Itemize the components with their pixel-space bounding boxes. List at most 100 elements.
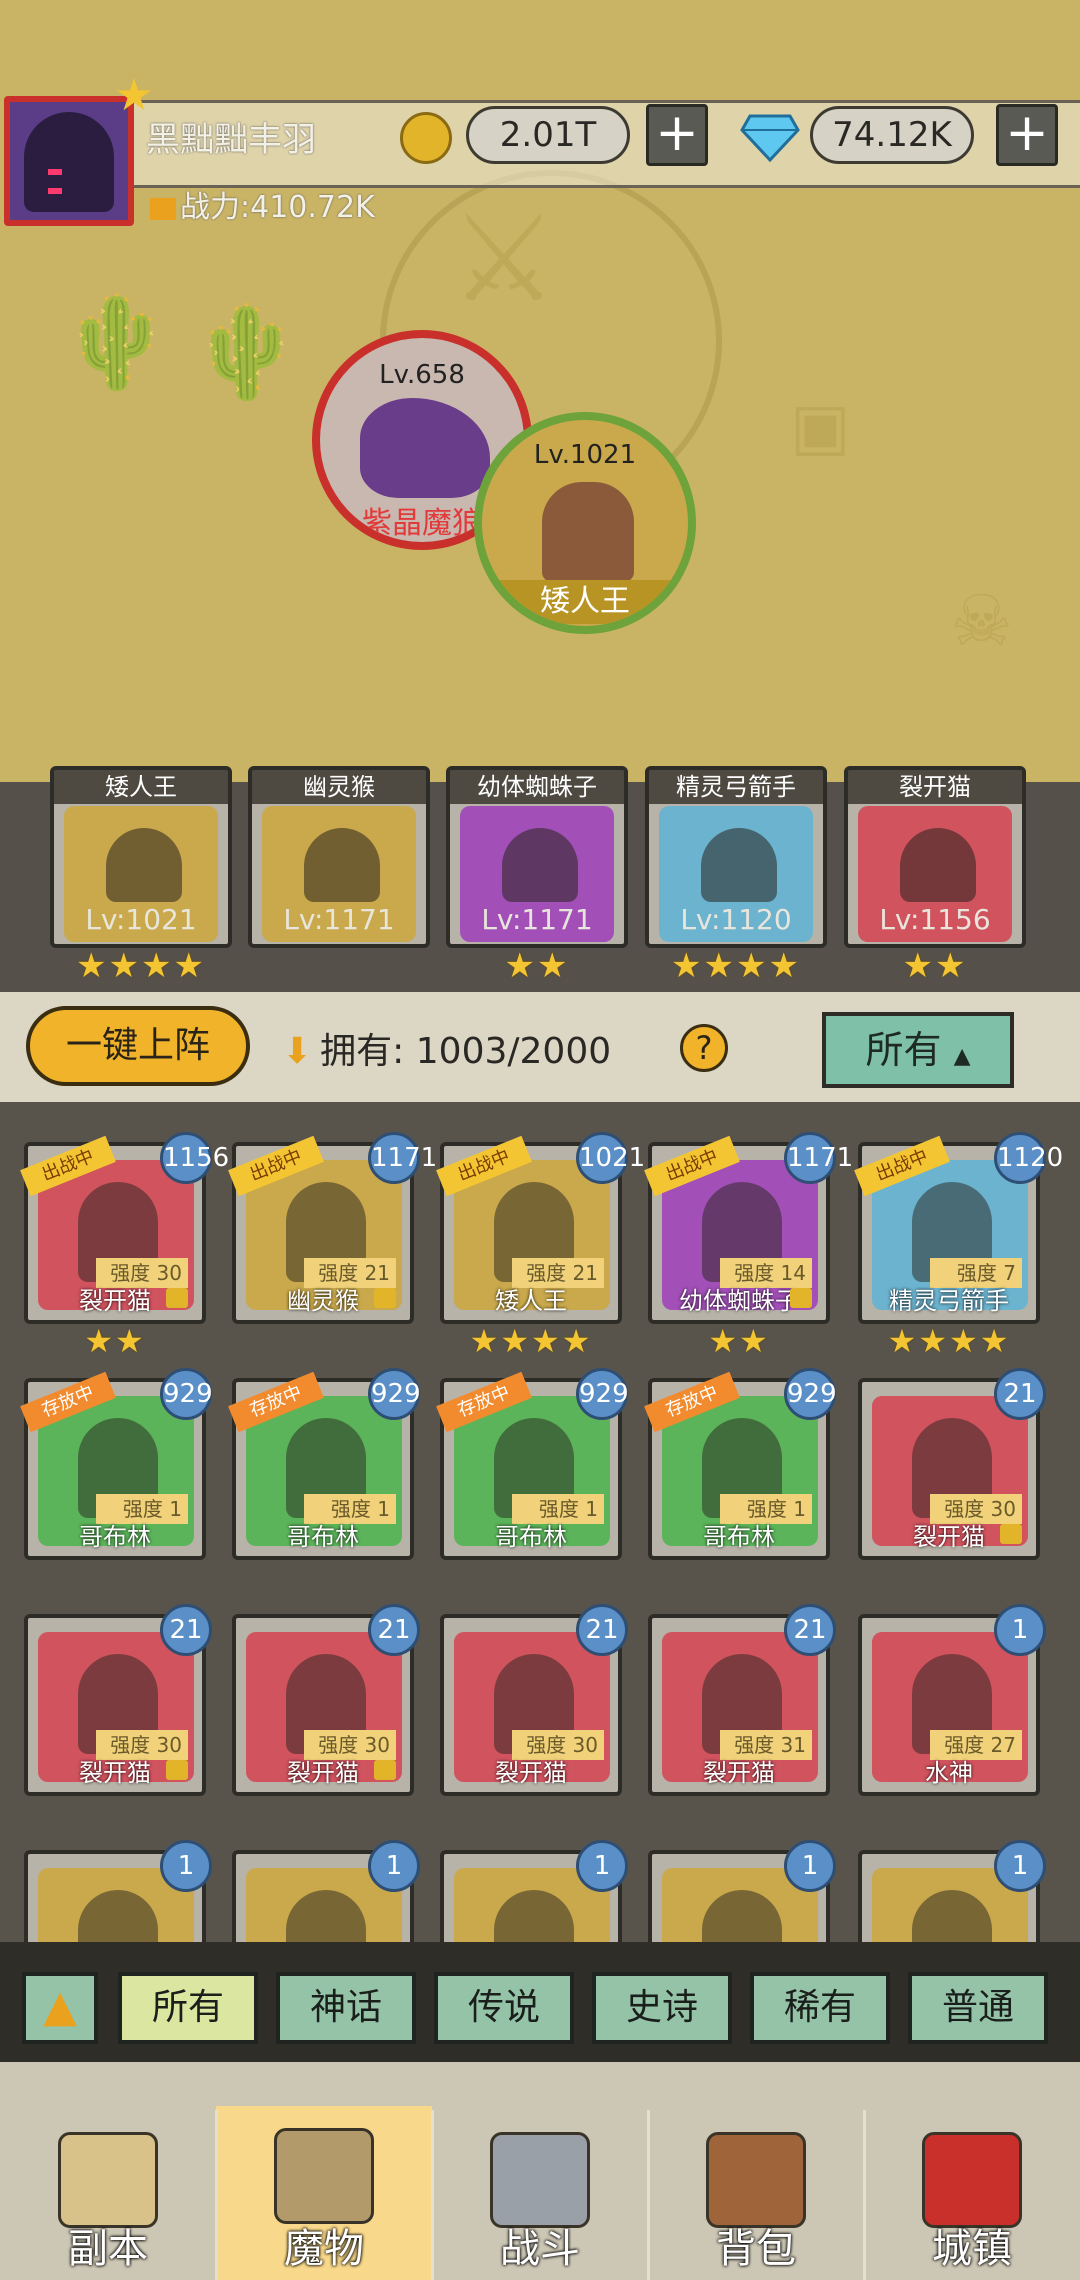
- level-badge: 929: [160, 1368, 213, 1420]
- level-badge: 1: [576, 1840, 628, 1892]
- level-badge: 21: [576, 1604, 628, 1656]
- monster-card[interactable]: 强度 30 裂开猫 21: [232, 1604, 420, 1796]
- nav-tab[interactable]: 城镇: [864, 2110, 1080, 2280]
- team-slot[interactable]: 裂开猫 Lv:1156: [844, 766, 1026, 948]
- monster-card[interactable]: 强度 1 哥布林 存放中 929: [20, 1368, 213, 1560]
- rarity-filter-button[interactable]: 稀有: [750, 1972, 890, 2044]
- nav-tab-label: 副本: [68, 2226, 148, 2272]
- chest-icon: ▣: [790, 390, 851, 464]
- monster-card[interactable]: 强度 27 水神 1: [858, 1604, 1046, 1796]
- nav-tab-label: 战斗: [500, 2226, 580, 2272]
- combat-power-value: 战力:410.72K: [180, 190, 375, 225]
- nav-tab[interactable]: 副本: [0, 2110, 216, 2280]
- diamond-icon: [740, 114, 800, 162]
- enemy-level: Lv.658: [379, 360, 465, 390]
- shop-icon: [922, 2132, 1022, 2228]
- team-slot-name: 裂开猫: [848, 770, 1022, 804]
- collapse-up-button[interactable]: ▲: [22, 1972, 98, 2044]
- gold-amount: 2.01T: [466, 106, 630, 164]
- power-icon: [150, 197, 176, 220]
- level-badge: 929: [784, 1368, 837, 1420]
- rarity-filter-button[interactable]: 神话: [276, 1972, 416, 2044]
- cactus-icon: 🌵: [60, 290, 173, 395]
- nav-tab[interactable]: 背包: [648, 2110, 864, 2280]
- star-rating: ★★: [84, 1322, 146, 1360]
- star-rating: ★★★★: [76, 946, 206, 986]
- monster-figure-icon: [900, 828, 976, 902]
- boss-monster[interactable]: Lv.1021 矮人王: [474, 412, 696, 634]
- lock-icon: [374, 1288, 396, 1308]
- monster-card[interactable]: 强度 1 哥布林 存放中 929: [436, 1368, 629, 1560]
- add-gold-button[interactable]: +: [646, 104, 708, 166]
- monster-name: 矮人王: [495, 1287, 567, 1315]
- owned-value: 1003/2000: [415, 1031, 612, 1072]
- sort-filter-dropdown[interactable]: 所有 ▲: [822, 1012, 1014, 1088]
- add-diamond-button[interactable]: +: [996, 104, 1058, 166]
- star-rating: ★★: [902, 946, 968, 986]
- skull-icon: ☠: [950, 580, 1013, 662]
- monster-card[interactable]: 强度 21 矮人王 出战中 1021: [436, 1132, 645, 1324]
- crossed-swords-icon: ⚔: [450, 190, 558, 329]
- rarity-filter-button[interactable]: 普通: [908, 1972, 1048, 2044]
- monster-card[interactable]: 强度 1 哥布林 存放中 929: [644, 1368, 837, 1560]
- lock-icon: [790, 1288, 812, 1308]
- monster-name: 哥布林: [495, 1523, 567, 1551]
- player-name: 黑黜黜丰羽: [146, 120, 316, 160]
- monster-figure-icon: [304, 828, 380, 902]
- team-slot-level: Lv:1120: [680, 903, 792, 936]
- monster-name: 哥布林: [79, 1523, 151, 1551]
- monster-card[interactable]: 强度 7 精灵弓箭手 出战中 1120: [854, 1132, 1063, 1324]
- monster-card[interactable]: 强度 1 哥布林 存放中 929: [228, 1368, 421, 1560]
- down-arrow-icon: ⬇: [282, 1031, 313, 1072]
- monster-name: 水神: [925, 1759, 973, 1787]
- nav-tab-label: 背包: [716, 2226, 796, 2272]
- nav-tab[interactable]: 战斗: [432, 2110, 648, 2280]
- team-slot-level: Lv:1021: [85, 903, 197, 936]
- team-slot-level: Lv:1171: [481, 903, 593, 936]
- monster-card[interactable]: 强度 30 裂开猫 21: [440, 1604, 628, 1796]
- nav-tab[interactable]: 魔物: [216, 2106, 432, 2280]
- map-scroll-icon: [58, 2132, 158, 2228]
- owned-count: ⬇ 拥有: 1003/2000: [282, 1022, 611, 1074]
- wolf-icon: [360, 398, 490, 498]
- team-slot-level: Lv:1171: [283, 903, 395, 936]
- monster-card[interactable]: 强度 30 裂开猫 21: [24, 1604, 212, 1796]
- monster-card[interactable]: 强度 30 裂开猫 21: [858, 1368, 1046, 1560]
- team-slot[interactable]: 幽灵猴 Lv:1171: [248, 766, 430, 948]
- monster-card[interactable]: 强度 14 幼体蜘蛛子 出战中 1171: [644, 1132, 853, 1324]
- combat-power: 战力:410.72K: [150, 182, 375, 226]
- sort-filter-label: 所有: [865, 1028, 942, 1072]
- level-badge: 1156: [160, 1132, 229, 1184]
- help-button[interactable]: ?: [680, 1024, 728, 1072]
- monster-figure-icon: [502, 828, 578, 902]
- team-slot[interactable]: 精灵弓箭手 Lv:1120: [645, 766, 827, 948]
- level-badge: 929: [576, 1368, 629, 1420]
- lock-icon: [374, 1760, 396, 1780]
- cactus-icon: 🌵: [190, 300, 303, 405]
- team-slot-name: 幽灵猴: [252, 770, 426, 804]
- rarity-filter-button[interactable]: 史诗: [592, 1972, 732, 2044]
- monster-card[interactable]: 强度 31 裂开猫 21: [648, 1604, 836, 1796]
- team-slot[interactable]: 矮人王 Lv:1021: [50, 766, 232, 948]
- lock-icon: [1000, 1524, 1022, 1544]
- level-badge: 21: [994, 1368, 1046, 1420]
- avatar-eyes: [48, 160, 92, 194]
- boss-name: 矮人王: [482, 580, 688, 624]
- monster-card[interactable]: 强度 21 幽灵猴 出战中 1171: [228, 1132, 437, 1324]
- gold-coin-icon: [400, 112, 452, 164]
- level-badge: 1171: [368, 1132, 437, 1184]
- lock-icon: [166, 1288, 188, 1308]
- team-slot[interactable]: 幼体蜘蛛子 Lv:1171: [446, 766, 628, 948]
- level-badge: 1021: [576, 1132, 645, 1184]
- monster-card[interactable]: 强度 30 裂开猫 出战中 1156: [20, 1132, 229, 1324]
- star-rating: ★★★★: [887, 1322, 1011, 1360]
- level-badge: 1171: [784, 1132, 853, 1184]
- rarity-filter-button[interactable]: 传说: [434, 1972, 574, 2044]
- rarity-filter-button[interactable]: 所有: [118, 1972, 258, 2044]
- auto-deploy-button[interactable]: 一键上阵: [26, 1006, 250, 1086]
- nav-divider: [863, 2110, 866, 2280]
- monster-figure-icon: [701, 828, 777, 902]
- lock-icon: [166, 1760, 188, 1780]
- team-slot-name: 矮人王: [54, 770, 228, 804]
- team-slot-level: Lv:1156: [879, 903, 991, 936]
